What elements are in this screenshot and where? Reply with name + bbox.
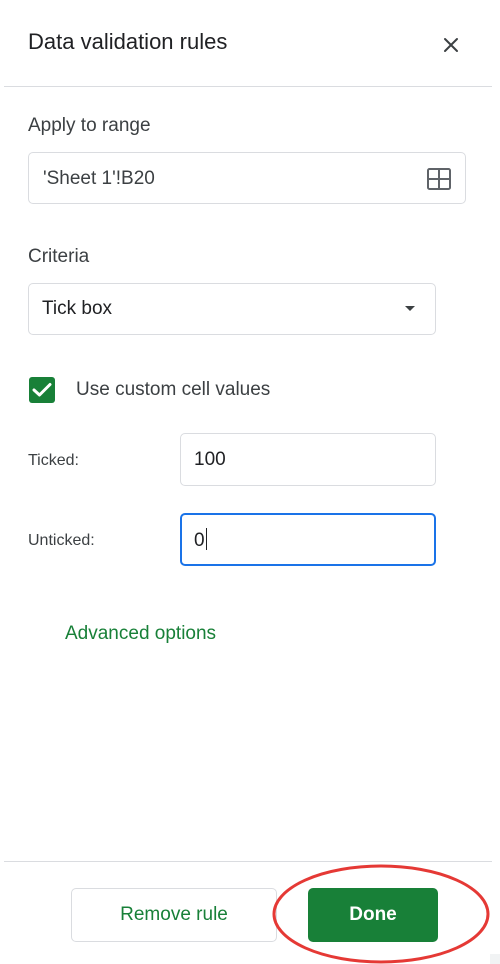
panel-corner <box>490 954 500 964</box>
close-button[interactable] <box>434 28 468 62</box>
header-divider <box>4 86 492 87</box>
ticked-value: 100 <box>194 449 226 470</box>
ticked-label: Ticked: <box>28 452 79 469</box>
checkmark-icon <box>32 383 52 397</box>
dropdown-arrow-icon <box>405 306 415 311</box>
unticked-value: 0 <box>194 530 205 551</box>
ticked-value-input[interactable]: 100 <box>180 433 436 486</box>
remove-rule-button[interactable]: Remove rule <box>71 888 277 942</box>
unticked-label: Unticked: <box>28 532 95 549</box>
done-button[interactable]: Done <box>308 888 438 942</box>
panel-title: Data validation rules <box>28 29 228 54</box>
criteria-label: Criteria <box>28 246 90 267</box>
apply-to-range-label: Apply to range <box>28 115 151 136</box>
footer-divider <box>4 861 492 862</box>
unticked-value-input[interactable]: 0 <box>180 513 436 566</box>
criteria-selected-value: Tick box <box>42 298 113 319</box>
text-caret <box>205 528 207 550</box>
panel-header: Data validation rules <box>0 0 500 86</box>
range-input[interactable]: 'Sheet 1'!B20 <box>28 152 466 204</box>
data-validation-panel: Data validation rules Apply to range 'Sh… <box>0 0 500 964</box>
advanced-options-link[interactable]: Advanced options <box>65 622 216 646</box>
grid-select-icon[interactable] <box>427 168 451 190</box>
close-icon <box>444 38 458 52</box>
use-custom-values-label: Use custom cell values <box>76 379 271 400</box>
range-value: 'Sheet 1'!B20 <box>43 168 155 189</box>
unticked-value-wrapper: 0 <box>194 528 207 553</box>
use-custom-values-checkbox[interactable] <box>29 377 55 403</box>
criteria-dropdown[interactable]: Tick box <box>28 283 436 335</box>
